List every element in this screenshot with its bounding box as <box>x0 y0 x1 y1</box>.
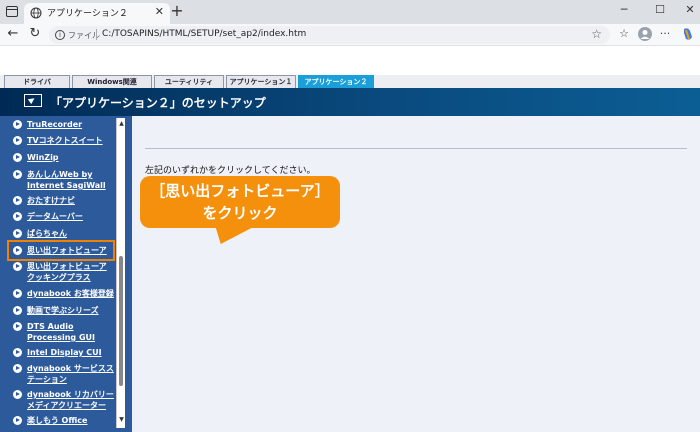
sidebar-item-label[interactable]: WinZip <box>27 152 117 163</box>
arrow-bullet-icon <box>13 322 22 331</box>
scroll-down-icon[interactable]: ▼ <box>118 416 125 423</box>
page-header: 「アプリケーション２」のセットアップ <box>0 88 700 116</box>
sidebar-item-label[interactable]: dynabook リカバリー メディアクリエーター <box>27 389 117 411</box>
info-icon[interactable]: i <box>55 30 65 40</box>
sidebar-item-label[interactable]: おたすけナビ <box>27 195 117 206</box>
favorite-star-icon[interactable]: ☆ <box>591 27 602 41</box>
arrow-bullet-icon <box>13 390 22 399</box>
callout-tail <box>208 226 256 244</box>
arrow-bullet-icon <box>13 212 22 221</box>
minimize-icon[interactable]: ─ <box>616 3 632 16</box>
tab-windows[interactable]: Windows関連 <box>72 75 152 88</box>
arrow-bullet-icon <box>13 416 22 425</box>
more-options-icon[interactable]: ··· <box>656 25 674 43</box>
arrow-bullet-icon <box>13 136 22 145</box>
sidebar-item-label[interactable]: Intel Display CUI <box>27 347 117 358</box>
window-menu-icon[interactable] <box>6 6 18 17</box>
scroll-thumb[interactable] <box>119 256 123 386</box>
sidebar-item-label[interactable]: TVコネクトスイート <box>27 135 117 146</box>
url-text[interactable]: C:/TOSAPINS/HTML/SETUP/set_ap2/index.htm <box>102 29 306 39</box>
arrow-bullet-icon <box>13 262 22 271</box>
close-tab-icon[interactable]: ✕ <box>155 5 164 18</box>
tab-utilities[interactable]: ユーティリティ <box>154 75 224 88</box>
page-title: 「アプリケーション２」のセットアップ <box>50 96 266 110</box>
main-content: 左記のいずれかをクリックしてください。 <box>132 116 700 432</box>
arrow-bullet-icon <box>13 153 22 162</box>
tab-applications-1[interactable]: アプリケーション１ <box>226 75 296 88</box>
copilot-icon[interactable] <box>679 25 697 43</box>
divider <box>145 148 687 149</box>
instruction-text: 左記のいずれかをクリックしてください。 <box>145 166 316 176</box>
arrow-bullet-icon <box>13 289 22 298</box>
sidebar: TruRecorder TVコネクトスイート WinZip あんしんWeb by… <box>0 116 132 432</box>
favorites-icon[interactable]: ☆ <box>615 25 633 43</box>
arrow-bullet-icon <box>13 120 22 129</box>
tab-title: アプリケーション２ <box>47 9 128 19</box>
sidebar-item-label[interactable]: データムーバー <box>27 211 117 222</box>
refresh-icon[interactable]: ↻ <box>27 25 43 43</box>
url-field[interactable]: i ファイル C:/TOSAPINS/HTML/SETUP/set_ap2/in… <box>49 26 610 44</box>
arrow-bullet-icon <box>13 229 22 238</box>
close-window-icon[interactable]: ✕ <box>682 3 698 16</box>
sidebar-item-label[interactable]: 動画で学ぶシリーズ <box>27 305 117 316</box>
section-tabs: ドライバ Windows関連 ユーティリティ アプリケーション１ アプリケーショ… <box>0 75 700 88</box>
sidebar-item-label[interactable]: あんしんWeb by Internet SagiWall <box>27 169 117 191</box>
tab-applications-2[interactable]: アプリケーション２ <box>298 75 374 88</box>
maximize-icon[interactable]: ☐ <box>652 3 668 16</box>
back-icon[interactable]: ← <box>5 25 21 43</box>
sidebar-item-label[interactable]: 思い出フォトビューア クッキングプラス <box>27 261 117 283</box>
globe-icon <box>30 7 42 19</box>
sidebar-item-label[interactable]: ぱらちゃん <box>27 228 117 239</box>
callout-line-1: ［思い出フォトビューア］ <box>150 182 330 200</box>
url-separator <box>96 29 97 40</box>
sidebar-item-label[interactable]: DTS Audio Processing GUI <box>27 321 117 343</box>
arrow-bullet-icon <box>13 348 22 357</box>
sidebar-item-label[interactable]: 楽しもう Office <box>27 415 117 426</box>
scroll-up-icon[interactable]: ▲ <box>118 120 125 127</box>
arrow-bullet-icon <box>13 364 22 373</box>
browser-tab[interactable]: アプリケーション２ ✕ <box>24 3 170 24</box>
arrow-bullet-icon <box>13 306 22 315</box>
arrow-bullet-icon <box>13 170 22 179</box>
sidebar-scrollbar[interactable]: ▲ ▼ <box>116 118 125 428</box>
sidebar-item-label[interactable]: TruRecorder <box>27 119 117 130</box>
tab-drivers[interactable]: ドライバ <box>4 75 70 88</box>
profile-avatar-icon[interactable] <box>636 25 654 43</box>
arrow-bullet-icon <box>13 196 22 205</box>
callout-line-2: をクリック <box>202 204 278 222</box>
cursor-window-icon <box>24 94 42 107</box>
browser-tab-bar: アプリケーション２ ✕ + ─ ☐ ✕ <box>0 0 700 24</box>
sidebar-item-label[interactable]: dynabook サービスス テーション <box>27 363 117 385</box>
address-bar: ← ↻ i ファイル C:/TOSAPINS/HTML/SETUP/set_ap… <box>0 24 700 46</box>
callout-bubble: ［思い出フォトビューア］ をクリック <box>140 176 340 228</box>
sidebar-item-label[interactable]: dynabook お客様登録 <box>27 288 117 299</box>
highlight-box <box>7 240 115 261</box>
new-tab-button[interactable]: + <box>170 1 184 20</box>
